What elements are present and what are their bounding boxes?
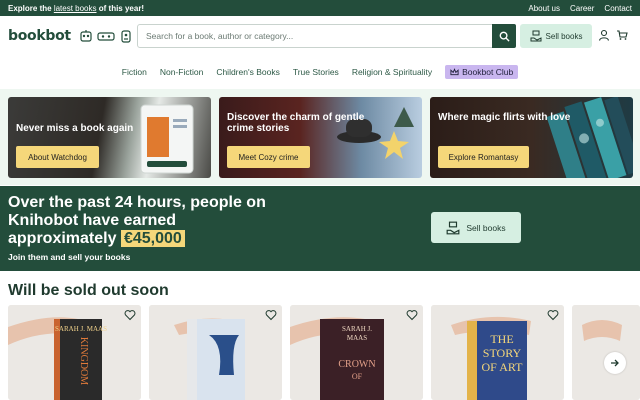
arrow-right-icon	[611, 359, 619, 367]
promo-title: Where magic flirts with love	[438, 112, 571, 123]
user-icon[interactable]	[598, 29, 610, 41]
svg-text:CROWN: CROWN	[338, 359, 375, 370]
career-link[interactable]: Career	[570, 4, 594, 13]
meet-cozy-crime-button[interactable]: Meet Cozy crime	[227, 146, 310, 168]
svg-text:SARAH J. MAAS: SARAH J. MAAS	[55, 325, 107, 333]
nav-childrens-books[interactable]: Children's Books	[216, 67, 280, 77]
sell-books-button[interactable]: Sell books	[520, 24, 592, 48]
bookbot-logo[interactable]: bookbot	[8, 28, 71, 44]
promo-suffix: of this year!	[98, 3, 145, 13]
romantasy-books-image	[546, 97, 633, 178]
category-nav: Fiction Non-Fiction Children's Books Tru…	[0, 63, 640, 81]
explore-romantasy-button[interactable]: Explore Romantasy	[438, 146, 529, 168]
wishlist-heart-icon[interactable]	[547, 309, 559, 321]
svg-text:OF ART: OF ART	[482, 360, 524, 374]
book-cover-image	[149, 305, 282, 400]
earnings-sell-label: Sell books	[466, 222, 506, 233]
promo-title: Never miss a book again	[16, 123, 134, 134]
nav-non-fiction[interactable]: Non-Fiction	[160, 67, 203, 77]
earnings-headline: Over the past 24 hours, people on Knihob…	[8, 194, 268, 248]
about-us-link[interactable]: About us	[528, 4, 560, 13]
wishlist-heart-icon[interactable]	[124, 309, 136, 321]
robot-mascot-icon	[121, 30, 131, 43]
site-header: bookbot Sell books	[0, 16, 640, 56]
svg-text:KINGDOM: KINGDOM	[78, 337, 89, 385]
product-card[interactable]: SARAH J. MAAS CROWN OF	[290, 305, 423, 400]
wishlist-heart-icon[interactable]	[265, 309, 277, 321]
nav-true-stories[interactable]: True Stories	[293, 67, 339, 77]
promo-card-watchdog[interactable]: Never miss a book again About Watchdog	[8, 97, 211, 178]
svg-text:STORY: STORY	[483, 346, 522, 360]
promo-prefix: Explore the	[8, 3, 52, 13]
wishlist-heart-icon[interactable]	[406, 309, 418, 321]
nav-fiction[interactable]: Fiction	[122, 67, 147, 77]
cozy-crime-image	[337, 107, 414, 159]
svg-text:THE: THE	[490, 332, 513, 346]
book-cover-image: SARAH J. MAAS CROWN OF	[290, 305, 423, 400]
earnings-subtext: Join them and sell your books	[8, 252, 131, 262]
svg-text:OF: OF	[352, 372, 363, 381]
sell-hand-icon	[446, 221, 460, 234]
sell-books-label: Sell books	[545, 31, 583, 41]
phone-watchdog-image	[140, 104, 194, 174]
about-watchdog-button[interactable]: About Watchdog	[16, 146, 99, 168]
robot-mascot-icon	[97, 32, 115, 41]
latest-books-link[interactable]: latest books	[54, 4, 97, 13]
book-cover-image	[572, 305, 640, 400]
search-input[interactable]	[138, 31, 492, 41]
product-card[interactable]	[572, 305, 640, 400]
search-bar	[137, 24, 516, 48]
book-cover-image: SARAH J. MAAS KINGDOM	[8, 305, 141, 400]
search-button[interactable]	[492, 24, 516, 48]
search-icon	[499, 31, 510, 42]
book-cover-image: THE STORY OF ART	[431, 305, 564, 400]
promo-card-cozy-crime[interactable]: Discover the charm of gentle crime stori…	[219, 97, 422, 178]
robot-mascot-icon	[80, 30, 92, 42]
section-title: Will be sold out soon	[8, 282, 169, 299]
promo-text: Explore the latest books of this year!	[8, 4, 144, 13]
bookbot-club-label: Bookbot Club	[462, 67, 514, 77]
cart-icon[interactable]	[616, 29, 628, 41]
crown-icon	[450, 68, 459, 76]
top-announcement-bar: Explore the latest books of this year! A…	[0, 0, 640, 16]
earnings-amount: €45,000	[120, 230, 185, 247]
top-links: About us Career Contact	[528, 4, 632, 13]
earnings-sell-books-button[interactable]: Sell books	[431, 212, 521, 243]
contact-link[interactable]: Contact	[604, 4, 632, 13]
product-card[interactable]: THE STORY OF ART	[431, 305, 564, 400]
promo-card-romantasy[interactable]: Where magic flirts with love Explore Rom…	[430, 97, 633, 178]
svg-text:SARAH J.: SARAH J.	[342, 325, 372, 333]
sell-hand-icon	[530, 30, 542, 42]
svg-text:MAAS: MAAS	[347, 334, 367, 342]
product-card[interactable]: SARAH J. MAAS KINGDOM	[8, 305, 141, 400]
nav-bookbot-club[interactable]: Bookbot Club	[445, 65, 519, 79]
product-card[interactable]	[149, 305, 282, 400]
promo-title: Discover the charm of gentle crime stori…	[227, 112, 365, 134]
carousel-next-button[interactable]	[604, 352, 626, 374]
product-carousel: SARAH J. MAAS KINGDOM SARAH J. MAAS CROW…	[0, 305, 640, 400]
nav-religion-spirituality[interactable]: Religion & Spirituality	[352, 67, 432, 77]
earnings-banner: Over the past 24 hours, people on Knihob…	[0, 186, 640, 271]
mascot-robots	[79, 29, 133, 43]
